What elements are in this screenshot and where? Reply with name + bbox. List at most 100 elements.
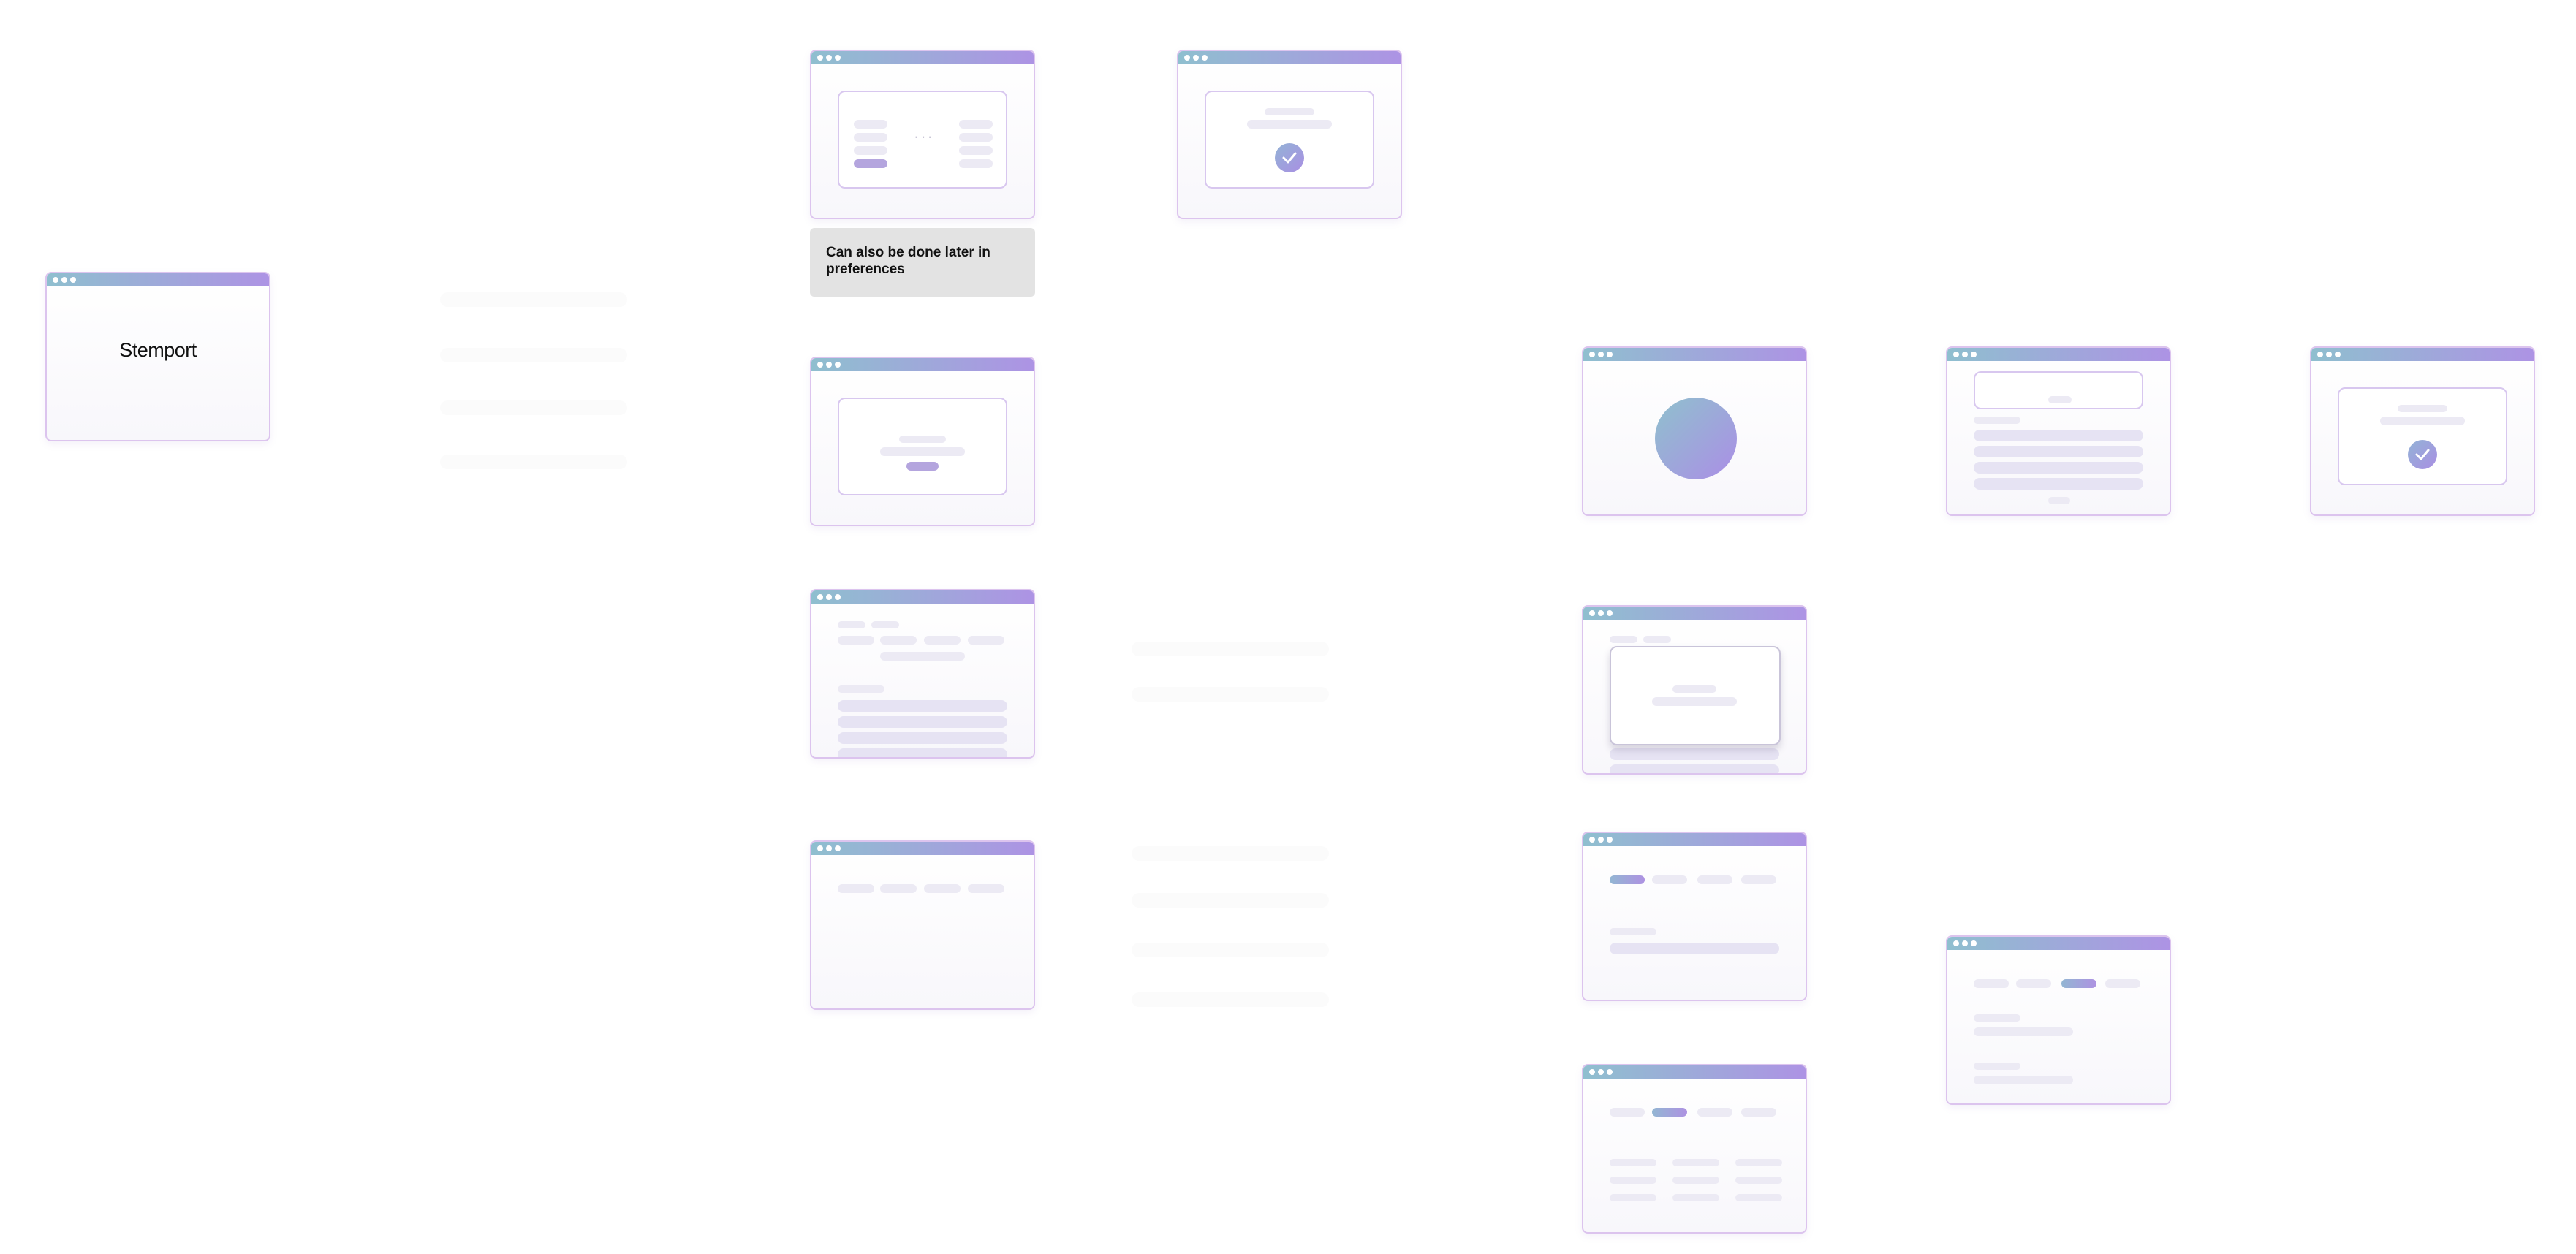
confirmation-card [1205, 91, 1374, 189]
screen-success-final[interactable] [2310, 346, 2535, 516]
window-titlebar [811, 590, 1034, 604]
tab[interactable] [838, 636, 874, 645]
window-titlebar [811, 358, 1034, 371]
window-dots-icon [53, 277, 58, 283]
placeholder-pill [1265, 108, 1314, 115]
screen-stemport[interactable]: Stemport [45, 272, 270, 441]
table-cell [1672, 1159, 1719, 1166]
tab[interactable] [2105, 979, 2140, 988]
table-cell [1735, 1159, 1782, 1166]
tab[interactable] [1741, 1108, 1776, 1117]
screen-form[interactable] [1946, 346, 2171, 516]
tab-active[interactable] [1610, 875, 1645, 884]
check-icon [2408, 440, 2437, 469]
placeholder-pill [1610, 636, 1637, 643]
screen-avatar[interactable] [1582, 346, 1807, 516]
placeholder-pill [880, 652, 965, 661]
tab[interactable] [2016, 979, 2051, 988]
window-dot [2335, 352, 2341, 357]
table-cell [1672, 1177, 1719, 1184]
check-icon [1275, 143, 1304, 172]
placeholder-pill [1672, 685, 1716, 693]
tab-active[interactable] [2061, 979, 2096, 988]
action-card [838, 398, 1007, 495]
list-row[interactable] [1610, 943, 1779, 954]
placeholder-pill [854, 120, 887, 129]
window-dot [1971, 940, 1977, 946]
list-row[interactable] [838, 700, 1007, 712]
window-dot [1598, 1069, 1604, 1075]
window-dots-icon [817, 594, 823, 600]
screen-tabs-list[interactable] [810, 589, 1035, 759]
ghost-label [1132, 846, 1329, 861]
window-dot [61, 277, 67, 283]
ghost-label [1132, 893, 1329, 908]
ellipsis-icon: ··· [914, 127, 934, 145]
screen-tab-1[interactable] [1582, 832, 1807, 1001]
window-dot [1193, 55, 1199, 61]
window-dot [835, 55, 841, 61]
tab[interactable] [1697, 1108, 1732, 1117]
window-dots-icon [1184, 55, 1190, 61]
avatar-circle[interactable] [1655, 398, 1737, 479]
list-row[interactable] [1974, 478, 2143, 490]
tab[interactable] [880, 884, 917, 893]
placeholder-pill [880, 447, 965, 456]
window-dots-icon [1589, 610, 1595, 616]
tab[interactable] [924, 884, 961, 893]
window-dot [835, 846, 841, 851]
screen-success[interactable] [1177, 50, 1402, 219]
primary-button[interactable] [906, 462, 939, 471]
tab[interactable] [1652, 875, 1687, 884]
screen-action-card[interactable] [810, 357, 1035, 526]
placeholder-pill [899, 436, 946, 443]
table-cell [1735, 1194, 1782, 1201]
screen-tab-2[interactable] [1582, 1064, 1807, 1234]
tab[interactable] [924, 636, 961, 645]
tab[interactable] [1697, 875, 1732, 884]
list-row[interactable] [1974, 446, 2143, 457]
placeholder-pill [2380, 417, 2465, 425]
selected-pill [854, 159, 887, 168]
window-dot [826, 55, 832, 61]
tab[interactable] [838, 884, 874, 893]
list-row[interactable] [1974, 430, 2143, 441]
ghost-label [440, 348, 627, 362]
placeholder-pill [1610, 928, 1656, 935]
window-dot [1971, 352, 1977, 357]
window-titlebar [811, 51, 1034, 64]
tab[interactable] [1610, 1108, 1645, 1117]
list-row[interactable] [838, 716, 1007, 728]
screen-modal[interactable] [1582, 605, 1807, 775]
placeholder-pill [2048, 396, 2072, 403]
tab[interactable] [968, 636, 1004, 645]
list-row [1610, 764, 1779, 773]
ghost-label [1132, 943, 1329, 957]
window-dot [1607, 352, 1613, 357]
window-dot [826, 362, 832, 368]
window-dots-icon [1589, 352, 1595, 357]
screen-list-compare[interactable]: ··· [810, 50, 1035, 219]
tab[interactable] [968, 884, 1004, 893]
tab-active[interactable] [1652, 1108, 1687, 1117]
window-titlebar [1947, 937, 2170, 950]
placeholder-pill [1974, 1027, 2073, 1036]
placeholder-pill [1974, 1063, 2020, 1070]
input-field[interactable] [1974, 371, 2143, 409]
placeholder-pill [1974, 1076, 2073, 1084]
modal-dialog[interactable] [1610, 646, 1781, 745]
list-row[interactable] [838, 732, 1007, 744]
screen-tab-3[interactable] [1946, 935, 2171, 1105]
list-row[interactable] [838, 748, 1007, 757]
tab[interactable] [880, 636, 917, 645]
list-row[interactable] [1974, 462, 2143, 474]
table-cell [1610, 1177, 1656, 1184]
window-dots-icon [1589, 1069, 1595, 1075]
tab[interactable] [1974, 979, 2009, 988]
screen-tabs-empty[interactable] [810, 840, 1035, 1010]
window-dots-icon [1589, 837, 1595, 843]
ghost-label [440, 400, 627, 415]
window-titlebar [2311, 348, 2534, 361]
window-dot [1607, 1069, 1613, 1075]
tab[interactable] [1741, 875, 1776, 884]
